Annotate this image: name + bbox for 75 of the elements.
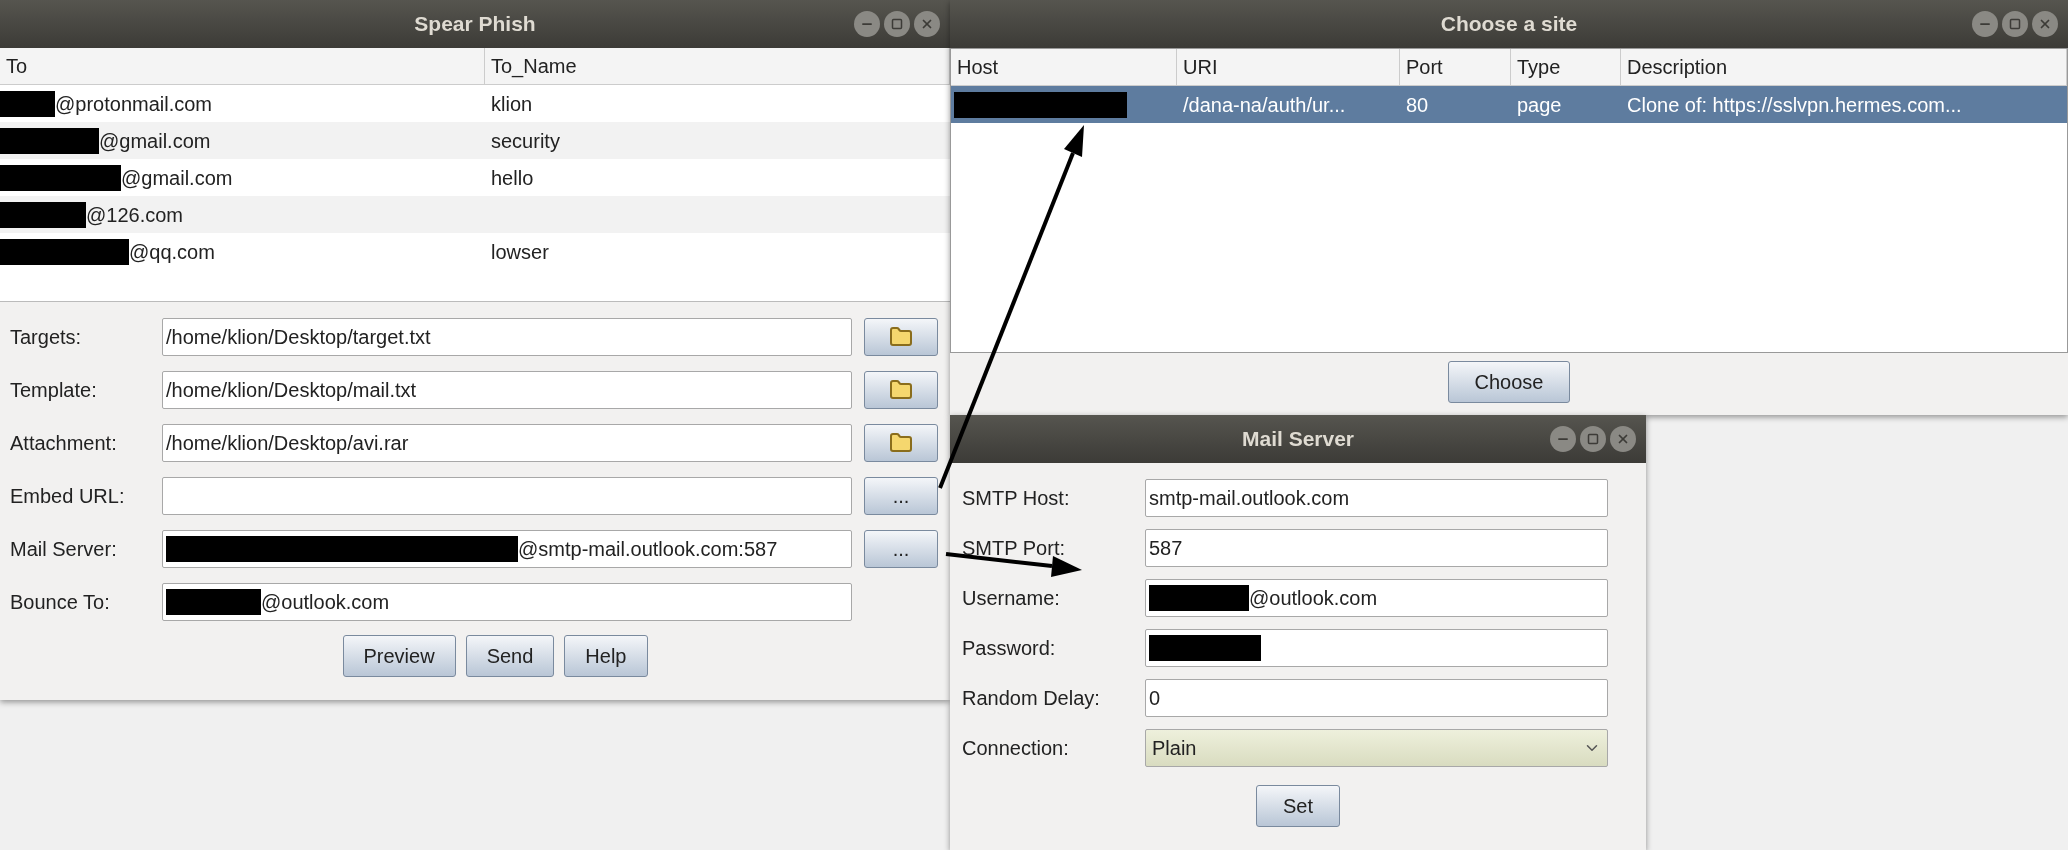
table-cell-text: klion xyxy=(490,91,534,117)
password-field[interactable] xyxy=(1145,629,1608,667)
column-header[interactable]: Type xyxy=(1511,49,1621,85)
table-cell-text: @gmail.com xyxy=(121,165,233,191)
close-icon xyxy=(2038,17,2052,31)
set-button[interactable]: Set xyxy=(1256,785,1340,827)
maximize-button[interactable] xyxy=(1580,426,1606,452)
maximize-icon xyxy=(891,18,903,30)
field-label: Random Delay: xyxy=(961,686,1101,711)
table-cell-text: @126.com xyxy=(86,202,183,228)
close-icon xyxy=(920,17,934,31)
field-label: Password: xyxy=(961,636,1057,661)
action-button[interactable]: Send xyxy=(465,635,555,677)
table-cell-text: 80 xyxy=(1405,92,1430,118)
folder-icon xyxy=(889,431,913,455)
column-header[interactable]: Port xyxy=(1400,49,1511,85)
choose-button[interactable]: Choose xyxy=(1447,361,1571,403)
input-field[interactable]: 0 xyxy=(1145,679,1608,717)
input-field[interactable]: 587 xyxy=(1145,529,1608,567)
maximize-button[interactable] xyxy=(884,11,910,37)
field-label: Embed URL: xyxy=(9,484,126,509)
table-cell-text: page xyxy=(1516,92,1563,118)
column-header[interactable]: To xyxy=(0,48,485,84)
table-cell-text: @gmail.com xyxy=(99,128,211,154)
folder-icon xyxy=(889,325,913,349)
field-label: Bounce To: xyxy=(9,590,111,615)
action-button[interactable]: Preview xyxy=(342,635,456,677)
close-button[interactable] xyxy=(2032,11,2058,37)
maximize-icon xyxy=(1587,433,1599,445)
table-cell-text: hello xyxy=(490,165,535,191)
close-icon xyxy=(1616,432,1630,446)
connection-dropdown[interactable]: Plain xyxy=(1145,729,1608,767)
table-cell-text: Clone of: https://sslvpn.hermes.com... xyxy=(1626,92,1963,118)
field-label: SMTP Host: xyxy=(961,486,1071,511)
column-header[interactable]: URI xyxy=(1177,49,1400,85)
window-title: Spear Phish xyxy=(414,11,536,38)
table-cell-text: @qq.com xyxy=(129,239,215,265)
column-header[interactable]: Host xyxy=(951,49,1177,85)
minimize-button[interactable] xyxy=(1972,11,1998,37)
more-button[interactable]: ... xyxy=(864,530,938,568)
maximize-button[interactable] xyxy=(2002,11,2028,37)
field-label: SMTP Port: xyxy=(961,536,1066,561)
close-button[interactable] xyxy=(1610,426,1636,452)
table-cell-text: security xyxy=(490,128,561,154)
minimize-button[interactable] xyxy=(854,11,880,37)
input-field[interactable]: /home/klion/Desktop/target.txt xyxy=(162,318,852,356)
folder-icon xyxy=(889,378,913,402)
field-label: Mail Server: xyxy=(9,537,118,562)
table-cell-text: @protonmail.com xyxy=(55,91,213,117)
input-field[interactable]: /home/klion/Desktop/avi.rar xyxy=(162,424,852,462)
browse-button[interactable] xyxy=(864,371,938,409)
table-row[interactable]: /dana-na/auth/ur... 80 page Clone of: https://sslvpn.hermes.com... xyxy=(951,86,2067,123)
input-field[interactable]: /home/klion/Desktop/mail.txt xyxy=(162,371,852,409)
field-label: Attachment: xyxy=(9,431,118,456)
maximize-icon xyxy=(2009,18,2021,30)
column-header[interactable]: Description xyxy=(1621,49,2067,85)
input-field[interactable]: @smtp-mail.outlook.com:587 xyxy=(162,530,852,568)
field-label: Username: xyxy=(961,586,1061,611)
window-title: Mail Server xyxy=(1241,426,1355,453)
input-field[interactable] xyxy=(162,477,852,515)
field-label: Template: xyxy=(9,378,98,403)
more-button[interactable]: ... xyxy=(864,477,938,515)
table-cell-text: lowser xyxy=(490,239,550,265)
field-label: Connection: xyxy=(961,736,1070,761)
input-field[interactable]: @outlook.com xyxy=(162,583,852,621)
table-cell-text: /dana-na/auth/ur... xyxy=(1182,92,1347,118)
browse-button[interactable] xyxy=(864,424,938,462)
browse-button[interactable] xyxy=(864,318,938,356)
window-title: Choose a site xyxy=(1440,11,1578,38)
action-button[interactable]: Help xyxy=(564,635,648,677)
close-button[interactable] xyxy=(914,11,940,37)
field-label: Targets: xyxy=(9,325,83,350)
minimize-button[interactable] xyxy=(1550,426,1576,452)
input-field[interactable]: @outlook.com xyxy=(1145,579,1608,617)
input-field[interactable]: smtp-mail.outlook.com xyxy=(1145,479,1608,517)
